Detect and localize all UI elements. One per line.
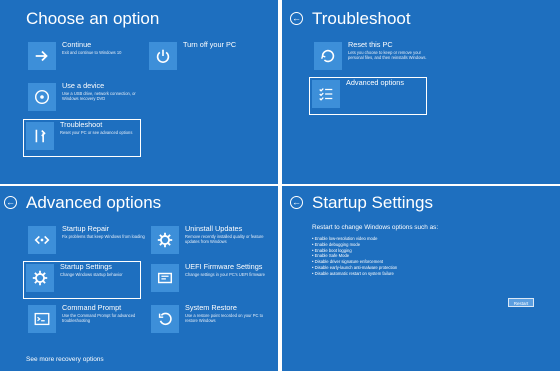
- advanced-options-label: Advanced options: [346, 78, 405, 87]
- page-title: Startup Settings: [312, 193, 433, 212]
- disc-icon: [28, 83, 56, 111]
- system-restore-desc: Use a restore point recorded on your PC …: [185, 313, 264, 324]
- uninstall-updates-tile[interactable]: Uninstall Updates Remove recently instal…: [149, 224, 267, 260]
- command-prompt-label: Command Prompt: [62, 303, 122, 312]
- gear-icon: [26, 264, 54, 292]
- uninstall-updates-desc: Remove recently installed quality or fea…: [185, 234, 264, 245]
- startup-repair-desc: Fix problems that keep Windows from load…: [62, 234, 145, 239]
- back-arrow-icon[interactable]: ←: [290, 12, 303, 25]
- repair-icon: [28, 226, 56, 254]
- gear-icon: [151, 226, 179, 254]
- advanced-options-tile[interactable]: Advanced options: [309, 77, 427, 115]
- startup-settings-tile[interactable]: Startup Settings Change Windows startup …: [23, 261, 141, 299]
- uninstall-updates-label: Uninstall Updates: [185, 224, 243, 233]
- list-item: Disable early-launch anti-malware protec…: [312, 265, 398, 271]
- troubleshoot-tile[interactable]: Troubleshoot Reset your PC or see advanc…: [23, 119, 141, 157]
- restart-button[interactable]: Restart: [508, 298, 534, 307]
- page-title: Troubleshoot: [312, 9, 411, 28]
- use-device-tile[interactable]: Use a device Use a USB drive, network co…: [26, 81, 138, 117]
- list-item: Disable automatic restart on system fail…: [312, 271, 397, 277]
- reset-pc-desc: Lets you choose to keep or remove your p…: [348, 50, 427, 61]
- system-restore-tile[interactable]: System Restore Use a restore point recor…: [149, 303, 267, 339]
- continue-desc: Exit and continue to Windows 10: [62, 50, 122, 55]
- more-recovery-link[interactable]: See more recovery options: [26, 356, 104, 363]
- uefi-firmware-tile[interactable]: UEFI Firmware Settings Change settings i…: [149, 262, 267, 298]
- system-restore-label: System Restore: [185, 303, 237, 312]
- reset-icon: [314, 42, 342, 70]
- troubleshoot-desc: Reset your PC or see advanced options: [60, 130, 133, 135]
- back-arrow-icon[interactable]: ←: [4, 196, 17, 209]
- uefi-chip-icon: [151, 264, 179, 292]
- startup-settings-panel: ← Startup Settings Restart to change Win…: [282, 186, 560, 371]
- command-prompt-tile[interactable]: Command Prompt Use the Command Prompt fo…: [26, 303, 144, 339]
- startup-settings-label: Startup Settings: [60, 262, 112, 271]
- tools-icon: [26, 122, 54, 150]
- reset-pc-tile[interactable]: Reset this PC Lets you choose to keep or…: [312, 40, 427, 76]
- startup-intro: Restart to change Windows options such a…: [312, 224, 439, 231]
- arrow-right-icon: [28, 42, 56, 70]
- continue-label: Continue: [62, 40, 92, 49]
- uefi-firmware-desc: Change settings in your PC's UEFI firmwa…: [185, 272, 265, 277]
- advanced-options-panel: ← Advanced options Startup Repair Fix pr…: [0, 186, 278, 371]
- command-prompt-desc: Use the Command Prompt for advanced trou…: [62, 313, 136, 324]
- turn-off-label: Turn off your PC: [183, 40, 237, 49]
- startup-settings-desc: Change Windows startup behavior: [60, 272, 123, 277]
- page-title: Advanced options: [26, 193, 162, 212]
- startup-repair-tile[interactable]: Startup Repair Fix problems that keep Wi…: [26, 224, 145, 260]
- use-device-desc: Use a USB drive, network connection, or …: [62, 91, 136, 102]
- choose-option-panel: Choose an option Continue Exit and conti…: [0, 0, 278, 184]
- startup-repair-label: Startup Repair: [62, 224, 110, 233]
- page-title: Choose an option: [26, 9, 160, 28]
- reset-pc-label: Reset this PC: [348, 40, 393, 49]
- cmd-icon: [28, 305, 56, 333]
- turn-off-tile[interactable]: Turn off your PC: [147, 40, 259, 76]
- continue-tile[interactable]: Continue Exit and continue to Windows 10: [26, 40, 138, 76]
- use-device-label: Use a device: [62, 81, 105, 90]
- troubleshoot-panel: ← Troubleshoot Reset this PC Lets you ch…: [282, 0, 560, 184]
- startup-options-list: Enable low-resolution video mode Enable …: [312, 236, 398, 277]
- checklist-icon: [312, 80, 340, 108]
- troubleshoot-label: Troubleshoot: [60, 120, 103, 129]
- back-arrow-icon[interactable]: ←: [290, 196, 303, 209]
- power-icon: [149, 42, 177, 70]
- restore-icon: [151, 305, 179, 333]
- uefi-firmware-label: UEFI Firmware Settings: [185, 262, 263, 271]
